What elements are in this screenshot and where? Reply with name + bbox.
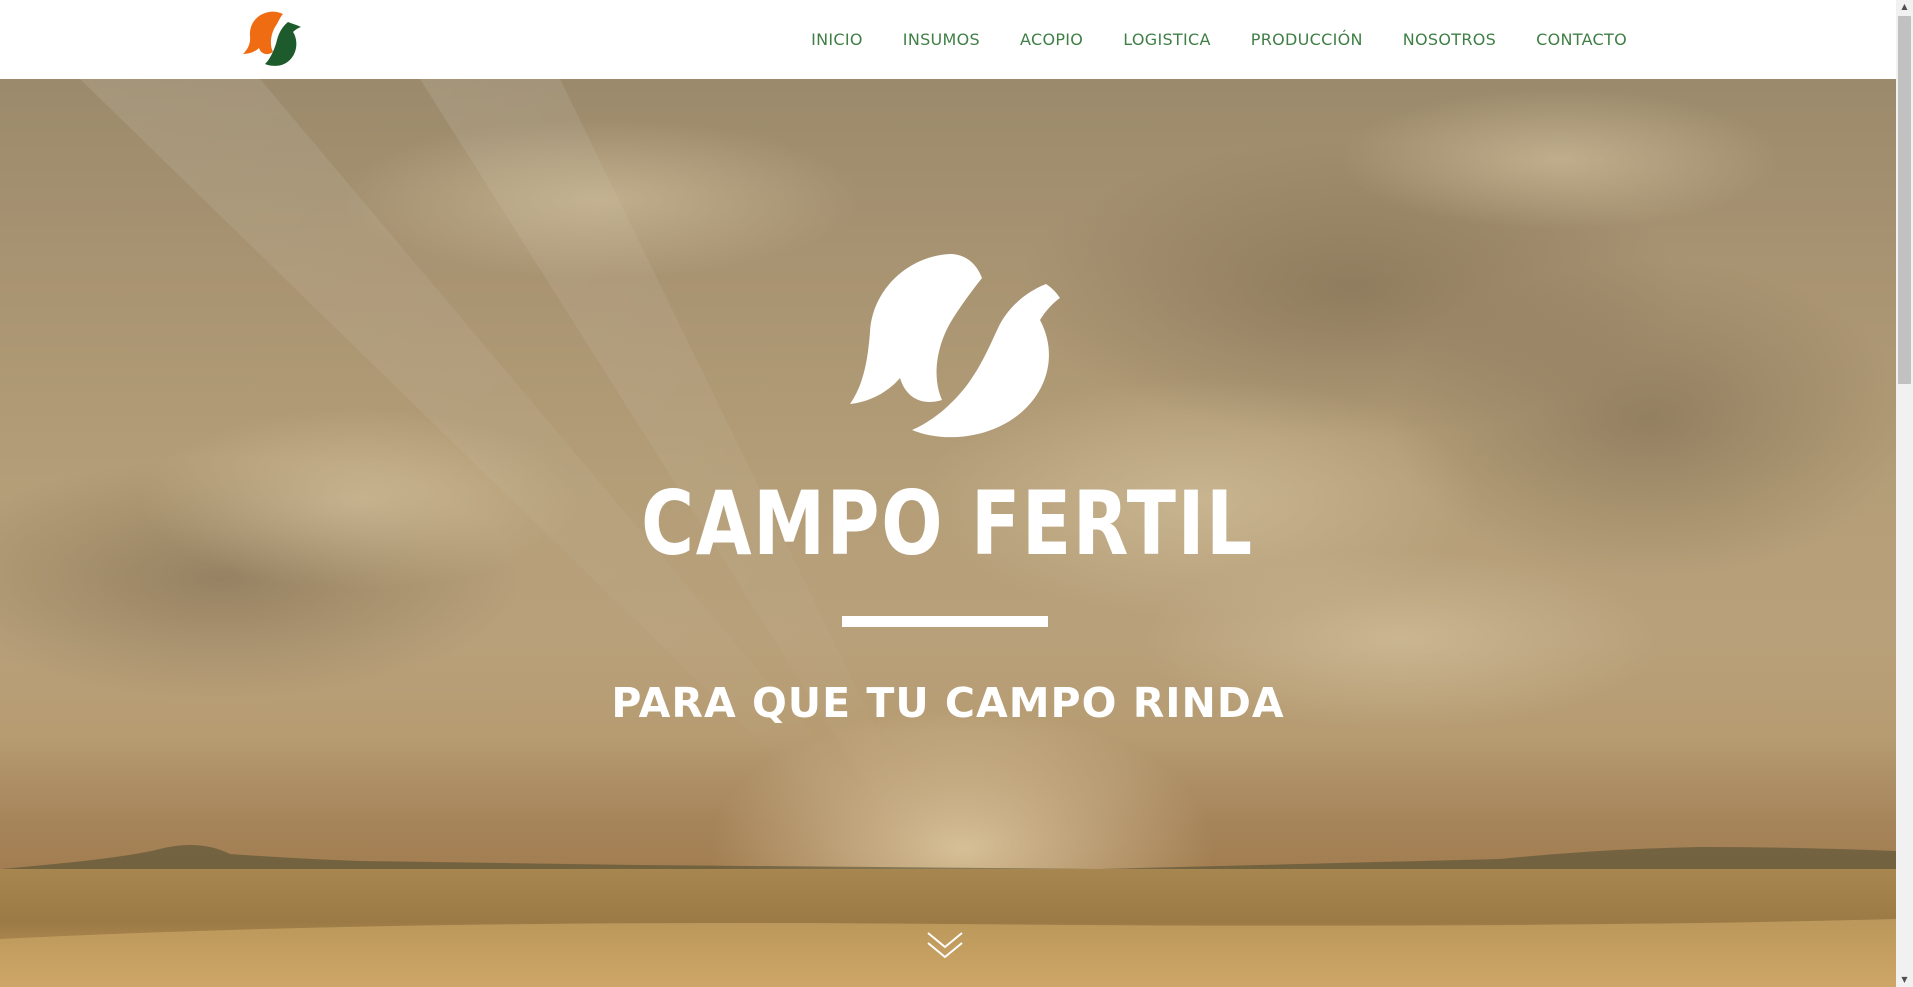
nav-item-inicio[interactable]: INICIO	[811, 30, 863, 49]
hero-divider	[842, 616, 1048, 627]
nav-item-insumos[interactable]: INSUMOS	[903, 30, 980, 49]
nav-item-logistica[interactable]: LOGISTICA	[1123, 30, 1211, 49]
double-chevron-down-icon	[927, 932, 963, 959]
scroll-down-button[interactable]	[925, 927, 965, 961]
nav-item-contacto[interactable]: CONTACTO	[1536, 30, 1627, 49]
page: INICIO INSUMOS ACOPIO LOGISTICA PRODUCCI…	[0, 0, 1913, 987]
hero-tagline: PARA QUE TU CAMPO RINDA	[611, 679, 1285, 727]
main-nav: INICIO INSUMOS ACOPIO LOGISTICA PRODUCCI…	[811, 0, 1627, 79]
hero-brand-title: CAMPO FERTIL	[641, 472, 1254, 575]
hero-leaf-logo-icon	[850, 254, 1060, 438]
scroll-up-arrow-icon[interactable]: ▲	[1896, 0, 1913, 14]
scrollbar-thumb[interactable]	[1898, 16, 1911, 384]
scroll-down-arrow-icon[interactable]: ▼	[1896, 973, 1913, 987]
vertical-scrollbar[interactable]: ▲ ▼	[1896, 0, 1913, 987]
header-logo[interactable]	[243, 10, 301, 70]
site-header: INICIO INSUMOS ACOPIO LOGISTICA PRODUCCI…	[0, 0, 1896, 79]
nav-item-nosotros[interactable]: NOSOTROS	[1403, 30, 1496, 49]
campo-fertil-leaf-icon	[243, 11, 301, 66]
hero-section: CAMPO FERTIL PARA QUE TU CAMPO RINDA	[0, 79, 1896, 987]
nav-item-acopio[interactable]: ACOPIO	[1020, 30, 1083, 49]
nav-item-produccion[interactable]: PRODUCCIÓN	[1251, 30, 1363, 49]
